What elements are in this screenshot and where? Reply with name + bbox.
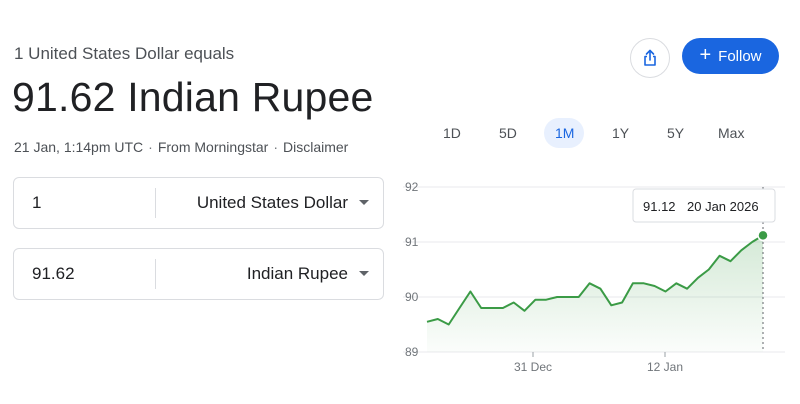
y-tick-label: 91: [405, 235, 419, 249]
exchange-rate-chart[interactable]: 92 91 90 89 31 Dec 12 Jan 91.12 20 Jan 2…: [395, 170, 785, 380]
x-axis: 31 Dec 12 Jan: [514, 352, 683, 374]
y-tick-label: 90: [405, 290, 419, 304]
conversion-result: 91.62 Indian Rupee: [12, 74, 374, 120]
chevron-down-icon[interactable]: [359, 271, 369, 276]
result-meta: 21 Jan, 1:14pm UTC · From Morningstar · Disc…: [14, 139, 349, 155]
tooltip-value: 91.12: [643, 199, 676, 214]
follow-button[interactable]: + Follow: [682, 38, 779, 74]
tab-1d[interactable]: 1D: [443, 125, 461, 141]
hover-point: [757, 229, 769, 242]
y-tick-label: 92: [405, 180, 419, 194]
y-axis: 92 91 90 89: [405, 180, 419, 359]
from-amount-input[interactable]: 1: [32, 193, 41, 213]
series-area: [427, 235, 763, 352]
divider: [155, 259, 156, 289]
tab-5y[interactable]: 5Y: [667, 125, 684, 141]
to-currency-row: 91.62 Indian Rupee: [13, 248, 384, 300]
from-currency-row: 1 United States Dollar: [13, 177, 384, 229]
x-tick-label: 31 Dec: [514, 360, 552, 374]
tab-1y[interactable]: 1Y: [612, 125, 629, 141]
source-label: From Morningstar: [157, 139, 269, 155]
follow-label: Follow: [718, 47, 762, 65]
chevron-down-icon[interactable]: [359, 200, 369, 205]
tab-max[interactable]: Max: [718, 125, 744, 141]
tooltip-date: 20 Jan 2026: [687, 199, 759, 214]
y-tick-label: 89: [405, 345, 419, 359]
to-currency-select[interactable]: Indian Rupee: [247, 264, 348, 284]
timestamp: 21 Jan, 1:14pm UTC: [14, 139, 144, 155]
from-currency-select[interactable]: United States Dollar: [197, 193, 348, 213]
plus-icon: +: [699, 44, 712, 66]
share-button[interactable]: [630, 38, 670, 78]
x-tick-label: 12 Jan: [647, 360, 683, 374]
tab-5d[interactable]: 5D: [499, 125, 517, 141]
conversion-subtitle: 1 United States Dollar equals: [14, 44, 235, 63]
disclaimer-link[interactable]: Disclaimer: [283, 139, 348, 155]
tab-1m[interactable]: 1M: [555, 125, 574, 141]
to-amount-input[interactable]: 91.62: [32, 264, 75, 284]
tooltip: 91.12 20 Jan 2026: [632, 188, 776, 223]
share-icon: [644, 49, 656, 66]
divider: [155, 188, 156, 218]
